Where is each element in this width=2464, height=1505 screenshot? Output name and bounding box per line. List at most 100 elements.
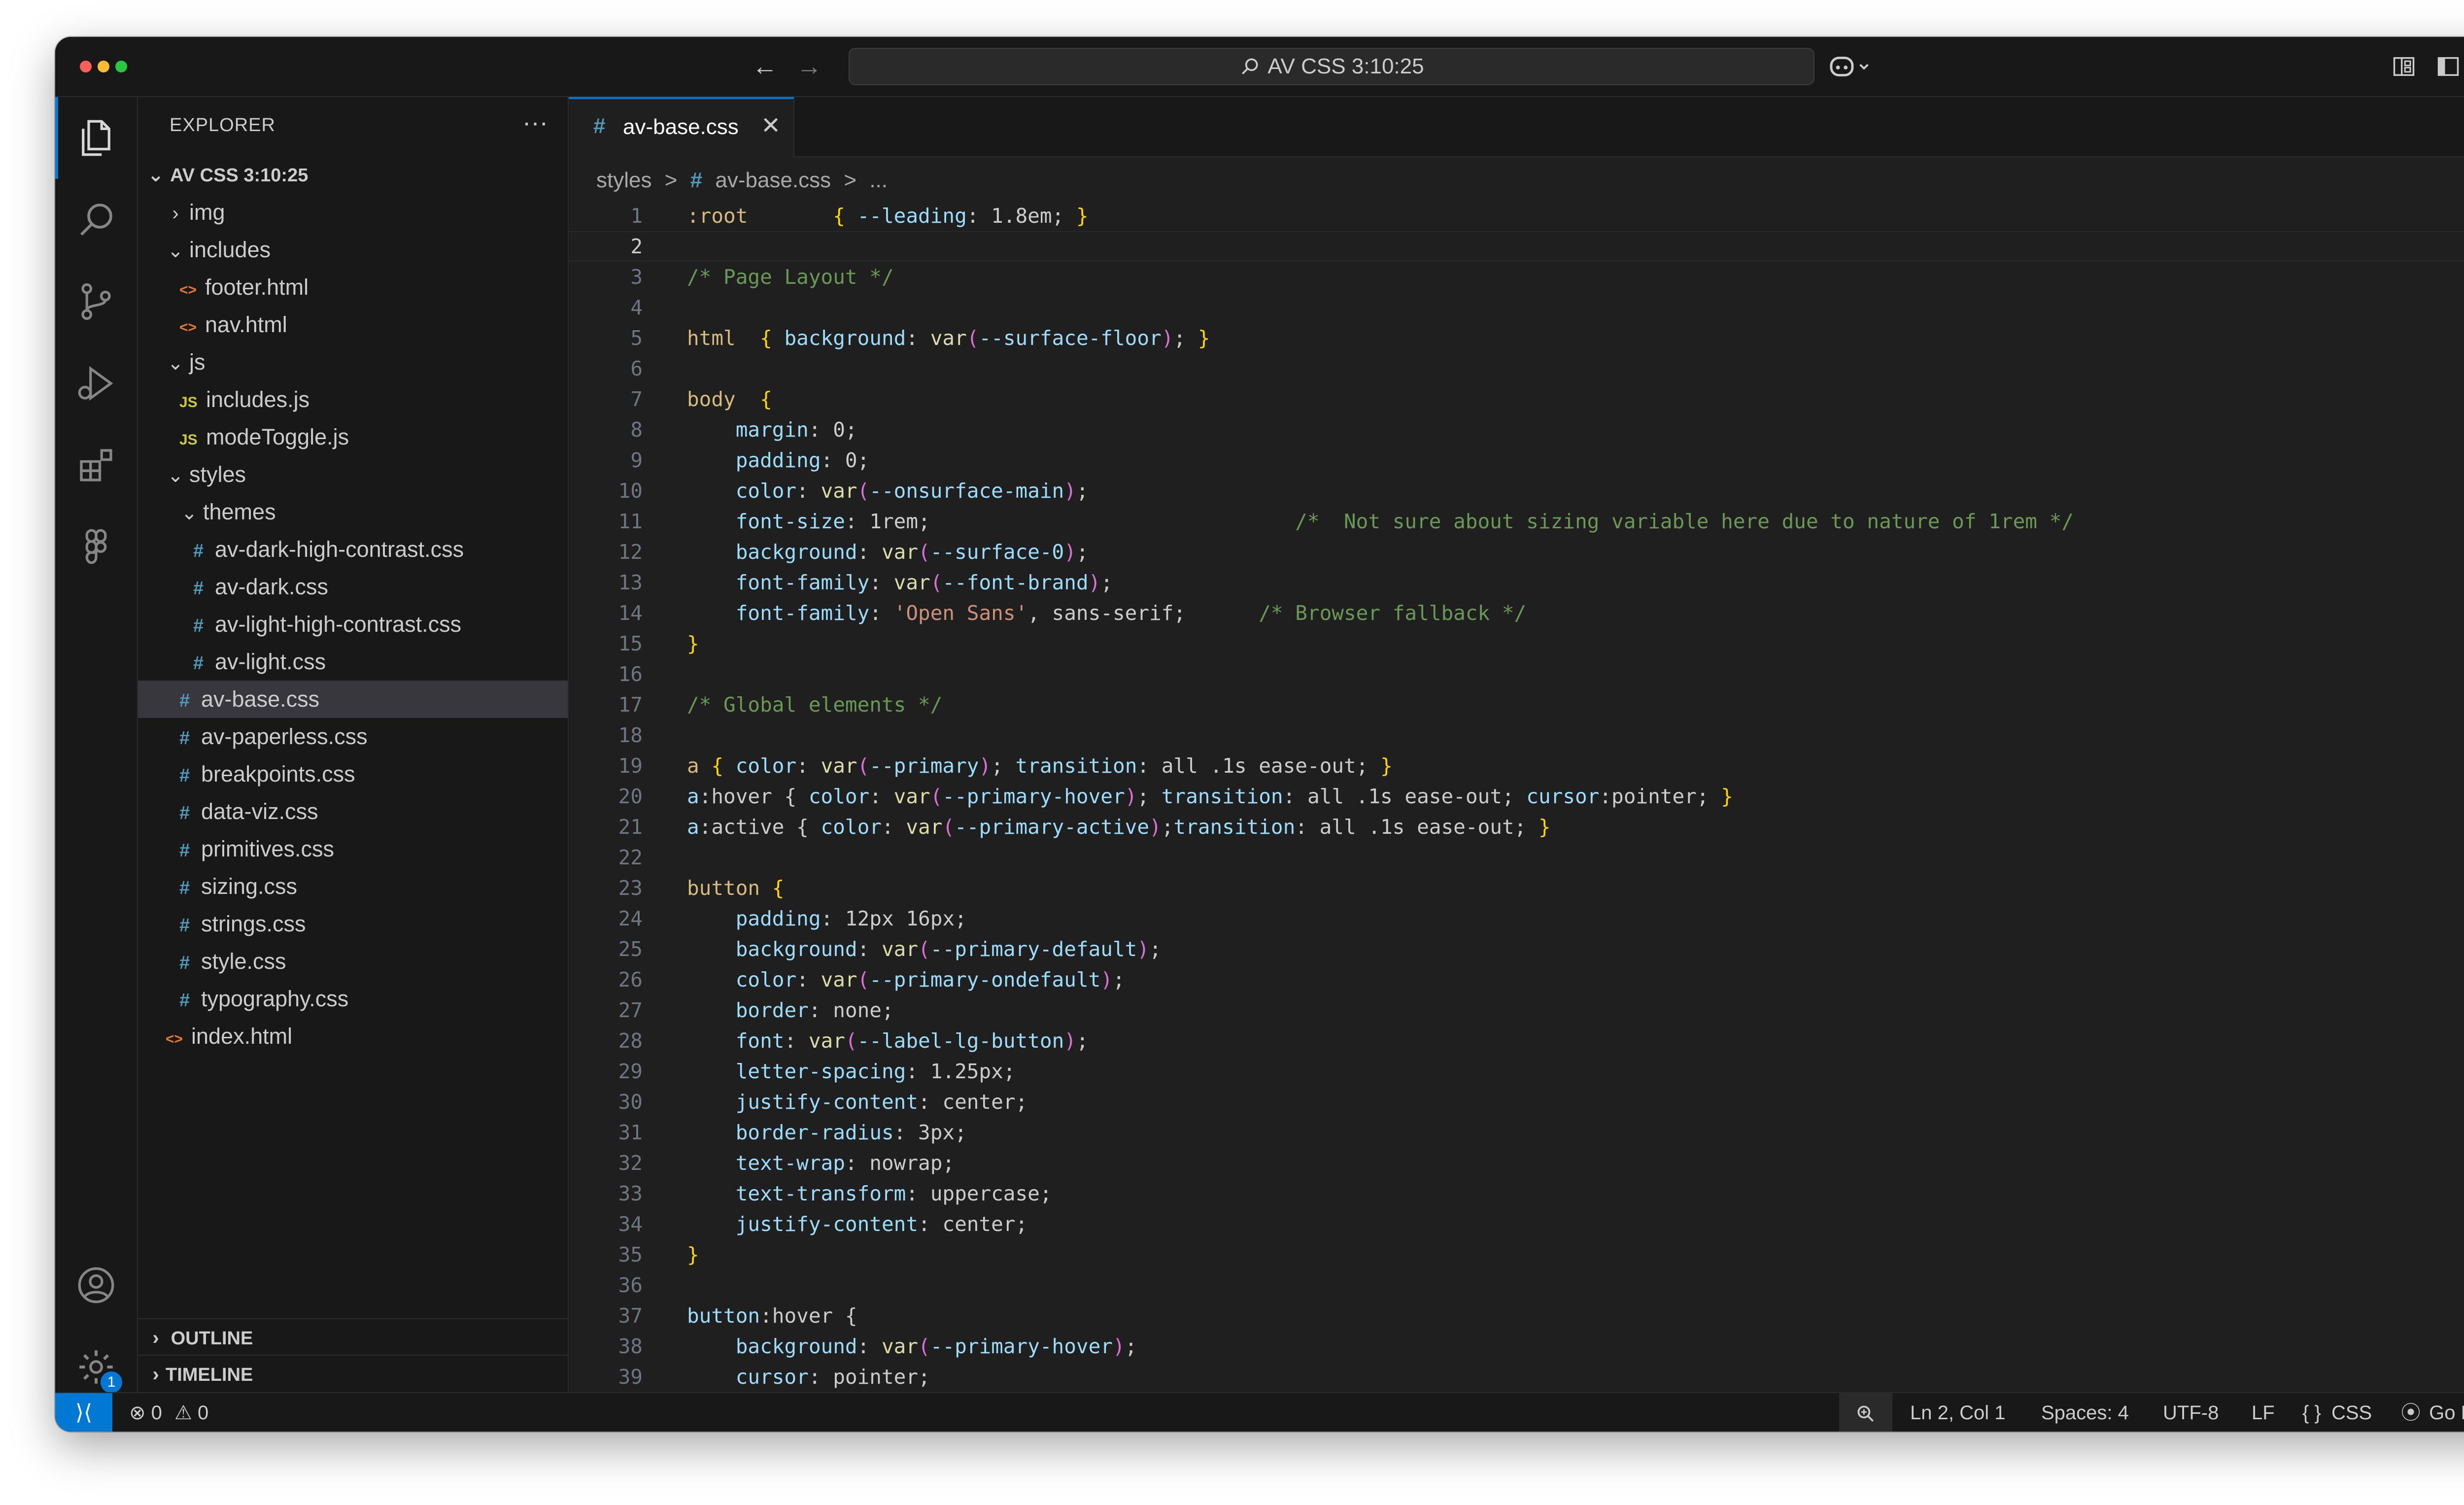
- tree-item-label: av-base.css: [201, 686, 320, 712]
- explorer-icon[interactable]: [74, 116, 118, 160]
- code-line[interactable]: 2: [569, 231, 2464, 262]
- code-line[interactable]: 16: [569, 659, 2464, 689]
- account-icon[interactable]: [74, 1263, 118, 1307]
- file-item[interactable]: # breakpoints.css: [138, 755, 568, 793]
- command-center[interactable]: AV CSS 3:10:25: [849, 48, 1814, 85]
- search-icon[interactable]: [74, 198, 118, 242]
- folder-item[interactable]: ⌄ includes: [138, 231, 568, 269]
- code-line[interactable]: 27 border: none;: [569, 995, 2464, 1026]
- file-item[interactable]: # av-dark.css: [138, 568, 568, 606]
- code-line[interactable]: 25 background: var(--primary-default);: [569, 934, 2464, 964]
- code-line[interactable]: 1:root { --leading: 1.8em; }: [569, 201, 2464, 231]
- file-item[interactable]: # style.css: [138, 943, 568, 980]
- code-line[interactable]: 26 color: var(--primary-ondefault);: [569, 964, 2464, 995]
- code-line[interactable]: 12 background: var(--surface-0);: [569, 537, 2464, 567]
- arrow-right-icon[interactable]: →: [794, 52, 824, 81]
- code-line[interactable]: 24 padding: 12px 16px;: [569, 903, 2464, 934]
- zoom-window-button[interactable]: [115, 61, 127, 72]
- breadcrumb-file[interactable]: av-base.css: [715, 168, 831, 192]
- code-line[interactable]: 9 padding: 0;: [569, 445, 2464, 476]
- code-line[interactable]: 15}: [569, 628, 2464, 659]
- code-line[interactable]: 38 background: var(--primary-hover);: [569, 1331, 2464, 1362]
- code-line[interactable]: 14 font-family: 'Open Sans', sans-serif;…: [569, 598, 2464, 628]
- code-line[interactable]: 10 color: var(--onsurface-main);: [569, 476, 2464, 506]
- language-mode[interactable]: { } CSS: [2302, 1393, 2372, 1432]
- code-line[interactable]: 29 letter-spacing: 1.25px;: [569, 1056, 2464, 1087]
- source-control-icon[interactable]: [74, 279, 118, 324]
- code-line[interactable]: 6: [569, 353, 2464, 384]
- cursor-position[interactable]: Ln 2, Col 1: [1910, 1393, 2005, 1432]
- file-item[interactable]: <> footer.html: [138, 269, 568, 306]
- folder-item[interactable]: ⌄ themes: [138, 493, 568, 531]
- run-debug-icon[interactable]: [74, 361, 118, 406]
- breadcrumb-symbol[interactable]: ...: [869, 168, 888, 192]
- outline-section[interactable]: › OUTLINE: [138, 1318, 568, 1357]
- code-line[interactable]: 4: [569, 292, 2464, 323]
- go-live-button[interactable]: ⦿ Go Live: [2401, 1393, 2464, 1432]
- problems-indicator[interactable]: ⊗ 0 ⚠ 0: [129, 1393, 208, 1432]
- code-line[interactable]: 5 html { background: var(--surface-floor)…: [569, 323, 2464, 353]
- file-item[interactable]: # av-base.css: [138, 681, 568, 718]
- indentation[interactable]: Spaces: 4: [2041, 1393, 2129, 1432]
- code-line[interactable]: 3 /* Page Layout */: [569, 262, 2464, 292]
- file-item[interactable]: <> index.html: [138, 1018, 568, 1055]
- code-line[interactable]: 30 justify-content: center;: [569, 1087, 2464, 1117]
- code-line[interactable]: 18: [569, 720, 2464, 751]
- file-item[interactable]: # sizing.css: [138, 868, 568, 905]
- customize-layout-icon[interactable]: [2391, 54, 2417, 79]
- copilot-icon[interactable]: [1829, 54, 1874, 79]
- code-line[interactable]: 20 a:hover { color: var(--primary-hover);…: [569, 781, 2464, 812]
- code-line[interactable]: 19 a { color: var(--primary); transition:…: [569, 751, 2464, 781]
- file-item[interactable]: <> nav.html: [138, 306, 568, 343]
- file-item[interactable]: # strings.css: [138, 905, 568, 943]
- tab-bar: # av-base.css ✕ ···: [569, 97, 2464, 157]
- code-line[interactable]: 17 /* Global elements */: [569, 689, 2464, 720]
- file-item[interactable]: JS modeToggle.js: [138, 418, 568, 456]
- toggle-primary-sidebar-icon[interactable]: [2435, 54, 2461, 79]
- tab-av-base-css[interactable]: # av-base.css ✕: [569, 97, 794, 157]
- file-item[interactable]: # av-paperless.css: [138, 718, 568, 755]
- code-line[interactable]: 13 font-family: var(--font-brand);: [569, 567, 2464, 598]
- remote-icon[interactable]: ⟩⟨: [55, 1393, 112, 1432]
- figma-icon[interactable]: [74, 525, 118, 569]
- code-line[interactable]: 22: [569, 842, 2464, 873]
- file-item[interactable]: # data-viz.css: [138, 793, 568, 830]
- code-line[interactable]: 35}: [569, 1239, 2464, 1270]
- code-line[interactable]: 7 body {: [569, 384, 2464, 414]
- folder-item[interactable]: ⌄ js: [138, 343, 568, 381]
- file-item[interactable]: # av-light-high-contrast.css: [138, 606, 568, 643]
- breadcrumb-folder[interactable]: styles: [596, 168, 651, 192]
- code-editor[interactable]: 1:root { --leading: 1.8em; } 2 3/* Page La…: [569, 194, 2464, 1392]
- code-line[interactable]: 28 font: var(--label-lg-button);: [569, 1026, 2464, 1056]
- folder-item[interactable]: ⌄ styles: [138, 456, 568, 493]
- zoom-icon[interactable]: [1839, 1393, 1892, 1432]
- code-line[interactable]: 11 font-size: 1rem; /* Not sure about si…: [569, 506, 2464, 537]
- code-line[interactable]: 33 text-transform: uppercase;: [569, 1178, 2464, 1209]
- file-item[interactable]: # av-light.css: [138, 643, 568, 681]
- arrow-left-icon[interactable]: ←: [750, 52, 780, 81]
- timeline-section[interactable]: › TIMELINE: [138, 1355, 568, 1393]
- code-line[interactable]: 31 border-radius: 3px;: [569, 1117, 2464, 1148]
- minimize-window-button[interactable]: [98, 61, 109, 72]
- folder-item[interactable]: › img: [138, 194, 568, 231]
- file-item[interactable]: # primitives.css: [138, 830, 568, 868]
- code-line[interactable]: 37 button:hover {: [569, 1300, 2464, 1331]
- extensions-icon[interactable]: [74, 443, 118, 487]
- explorer-more-icon[interactable]: ···: [522, 108, 548, 137]
- close-window-button[interactable]: [80, 61, 92, 72]
- workspace-root[interactable]: ⌄ AV CSS 3:10:25: [138, 156, 568, 194]
- code-line[interactable]: 8 margin: 0;: [569, 414, 2464, 445]
- settings-gear-icon[interactable]: 1: [74, 1345, 122, 1393]
- code-line[interactable]: 36: [569, 1270, 2464, 1300]
- file-item[interactable]: # typography.css: [138, 980, 568, 1018]
- code-line[interactable]: 34 justify-content: center;: [569, 1209, 2464, 1239]
- file-item[interactable]: JS includes.js: [138, 381, 568, 418]
- file-item[interactable]: # av-dark-high-contrast.css: [138, 531, 568, 568]
- code-line[interactable]: 32 text-wrap: nowrap;: [569, 1148, 2464, 1178]
- code-line[interactable]: 39 cursor: pointer;: [569, 1362, 2464, 1392]
- code-line[interactable]: 23 button {: [569, 873, 2464, 903]
- end-of-line[interactable]: LF: [2252, 1393, 2275, 1432]
- close-tab-icon[interactable]: ✕: [761, 112, 781, 139]
- encoding[interactable]: UTF-8: [2163, 1393, 2219, 1432]
- code-line[interactable]: 21 a:active { color: var(--primary-active…: [569, 812, 2464, 842]
